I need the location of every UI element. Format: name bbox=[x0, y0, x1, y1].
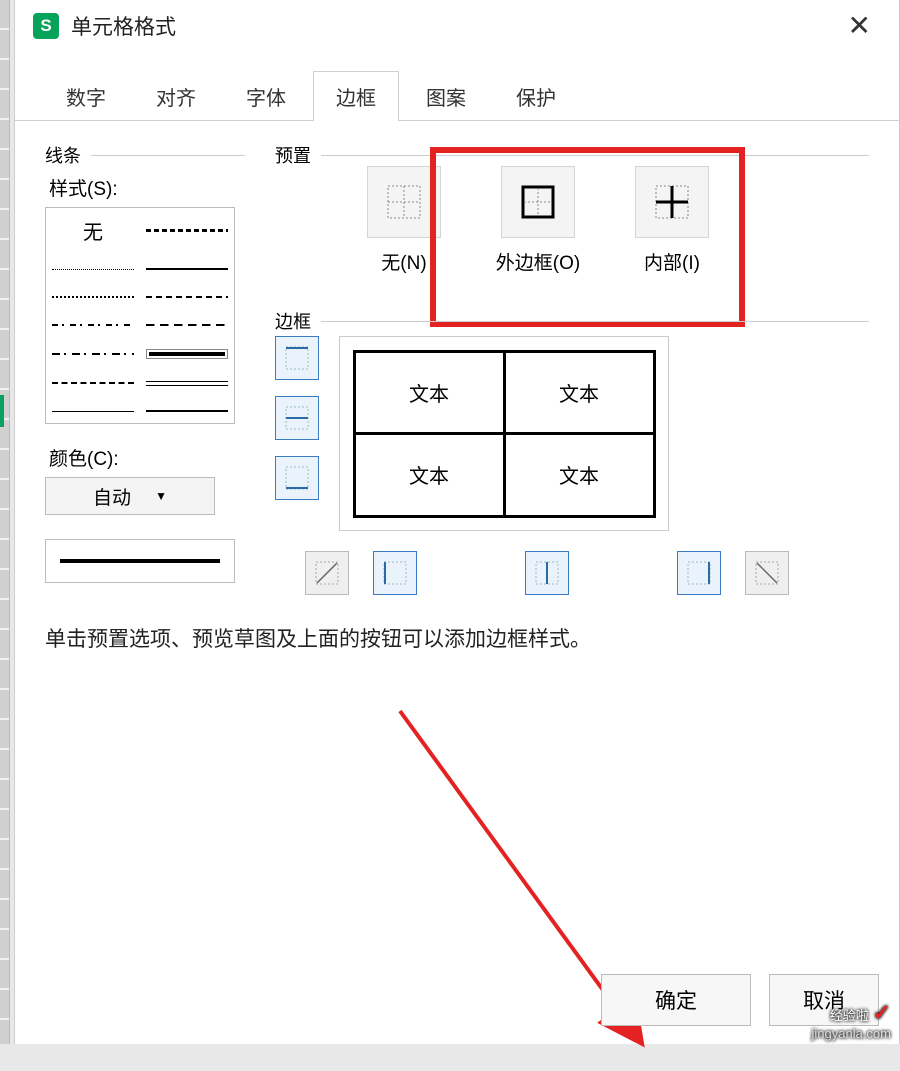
tab-align[interactable]: 对齐 bbox=[133, 71, 219, 121]
border-left-button[interactable] bbox=[373, 551, 417, 595]
tab-protect[interactable]: 保护 bbox=[493, 71, 579, 121]
app-icon: S bbox=[33, 13, 59, 39]
tab-border[interactable]: 边框 bbox=[313, 71, 399, 121]
line-style-solid-med[interactable] bbox=[146, 265, 228, 273]
preset-outline-button[interactable] bbox=[501, 166, 575, 238]
line-style-dash-dot[interactable] bbox=[52, 321, 134, 329]
line-style-dashed[interactable] bbox=[52, 379, 134, 387]
border-bottom-button[interactable] bbox=[275, 456, 319, 500]
border-top-icon bbox=[285, 346, 309, 370]
preview-cell: 文本 bbox=[503, 350, 656, 436]
tab-pattern[interactable]: 图案 bbox=[403, 71, 489, 121]
preset-inside-button[interactable] bbox=[635, 166, 709, 238]
line-style-thick-selected[interactable] bbox=[146, 349, 228, 359]
tab-bar: 数字 对齐 字体 边框 图案 保护 bbox=[15, 70, 899, 121]
color-dropdown[interactable]: 自动 ▼ bbox=[45, 477, 215, 515]
line-style-thin[interactable] bbox=[52, 407, 134, 415]
diag-down-icon bbox=[755, 561, 779, 585]
border-top-button[interactable] bbox=[275, 336, 319, 380]
dialog-title: 单元格格式 bbox=[71, 11, 176, 41]
border-bottom-icon bbox=[285, 466, 309, 490]
color-value: 自动 bbox=[93, 483, 131, 510]
border-outline-icon bbox=[520, 184, 556, 220]
preset-outline-label: 外边框(O) bbox=[483, 248, 593, 275]
ok-button[interactable]: 确定 bbox=[601, 974, 751, 1026]
line-group-label: 线条 bbox=[45, 146, 81, 166]
line-group: 线条 bbox=[45, 155, 245, 156]
hint-text: 单击预置选项、预览草图及上面的按钮可以添加边框样式。 bbox=[45, 623, 869, 653]
border-left-icon bbox=[383, 561, 407, 585]
line-style-dotted-fine[interactable] bbox=[52, 265, 134, 273]
preset-inside-label: 内部(I) bbox=[617, 248, 727, 275]
tab-number[interactable]: 数字 bbox=[43, 71, 129, 121]
border-preview[interactable]: 文本 文本 文本 文本 bbox=[339, 336, 669, 531]
tab-font[interactable]: 字体 bbox=[223, 71, 309, 121]
dialog-body: 线条 样式(S): 无 bbox=[15, 121, 899, 671]
line-style-none[interactable]: 无 bbox=[52, 216, 134, 245]
border-group: 边框 bbox=[275, 321, 869, 322]
line-style-dash-thick[interactable] bbox=[146, 227, 228, 235]
border-none-icon bbox=[386, 184, 422, 220]
preview-cell: 文本 bbox=[503, 432, 656, 518]
border-vmid-icon bbox=[535, 561, 559, 585]
preview-cell: 文本 bbox=[353, 432, 506, 518]
preview-cell: 文本 bbox=[353, 350, 506, 436]
cancel-button[interactable]: 取消 bbox=[769, 974, 879, 1026]
border-hmid-icon bbox=[285, 406, 309, 430]
line-style-dash-dot-dot[interactable] bbox=[52, 350, 134, 358]
line-style-dash-med2[interactable] bbox=[146, 321, 228, 329]
line-style-list[interactable]: 无 bbox=[45, 207, 235, 424]
border-vmid-button[interactable] bbox=[525, 551, 569, 595]
border-side-buttons bbox=[275, 336, 319, 531]
border-right-button[interactable] bbox=[677, 551, 721, 595]
border-right-icon bbox=[687, 561, 711, 585]
dialog-footer: 确定 取消 bbox=[601, 974, 899, 1044]
style-label: 样式(S): bbox=[49, 174, 245, 201]
spreadsheet-gutter bbox=[0, 0, 10, 1044]
border-diag-down-button[interactable] bbox=[745, 551, 789, 595]
line-style-double[interactable] bbox=[146, 379, 228, 387]
cell-format-dialog: S 单元格格式 ✕ 数字 对齐 字体 边框 图案 保护 线条 样式(S): 无 bbox=[14, 0, 900, 1044]
close-button[interactable]: ✕ bbox=[838, 8, 881, 44]
preset-group-label: 预置 bbox=[275, 146, 311, 166]
preset-none-button[interactable] bbox=[367, 166, 441, 238]
titlebar: S 单元格格式 ✕ bbox=[15, 0, 899, 52]
diag-up-icon bbox=[315, 561, 339, 585]
line-style-med2[interactable] bbox=[146, 407, 228, 415]
preset-group: 预置 bbox=[275, 155, 869, 156]
chevron-down-icon: ▼ bbox=[155, 489, 167, 503]
preset-none-label: 无(N) bbox=[349, 248, 459, 275]
color-label: 颜色(C): bbox=[49, 444, 245, 471]
border-diag-up-button[interactable] bbox=[305, 551, 349, 595]
line-style-dotted[interactable] bbox=[52, 293, 134, 301]
border-hmid-button[interactable] bbox=[275, 396, 319, 440]
border-inside-icon bbox=[654, 184, 690, 220]
border-group-label: 边框 bbox=[275, 312, 311, 332]
line-preview bbox=[45, 539, 235, 583]
line-style-dashed-med[interactable] bbox=[146, 293, 228, 301]
